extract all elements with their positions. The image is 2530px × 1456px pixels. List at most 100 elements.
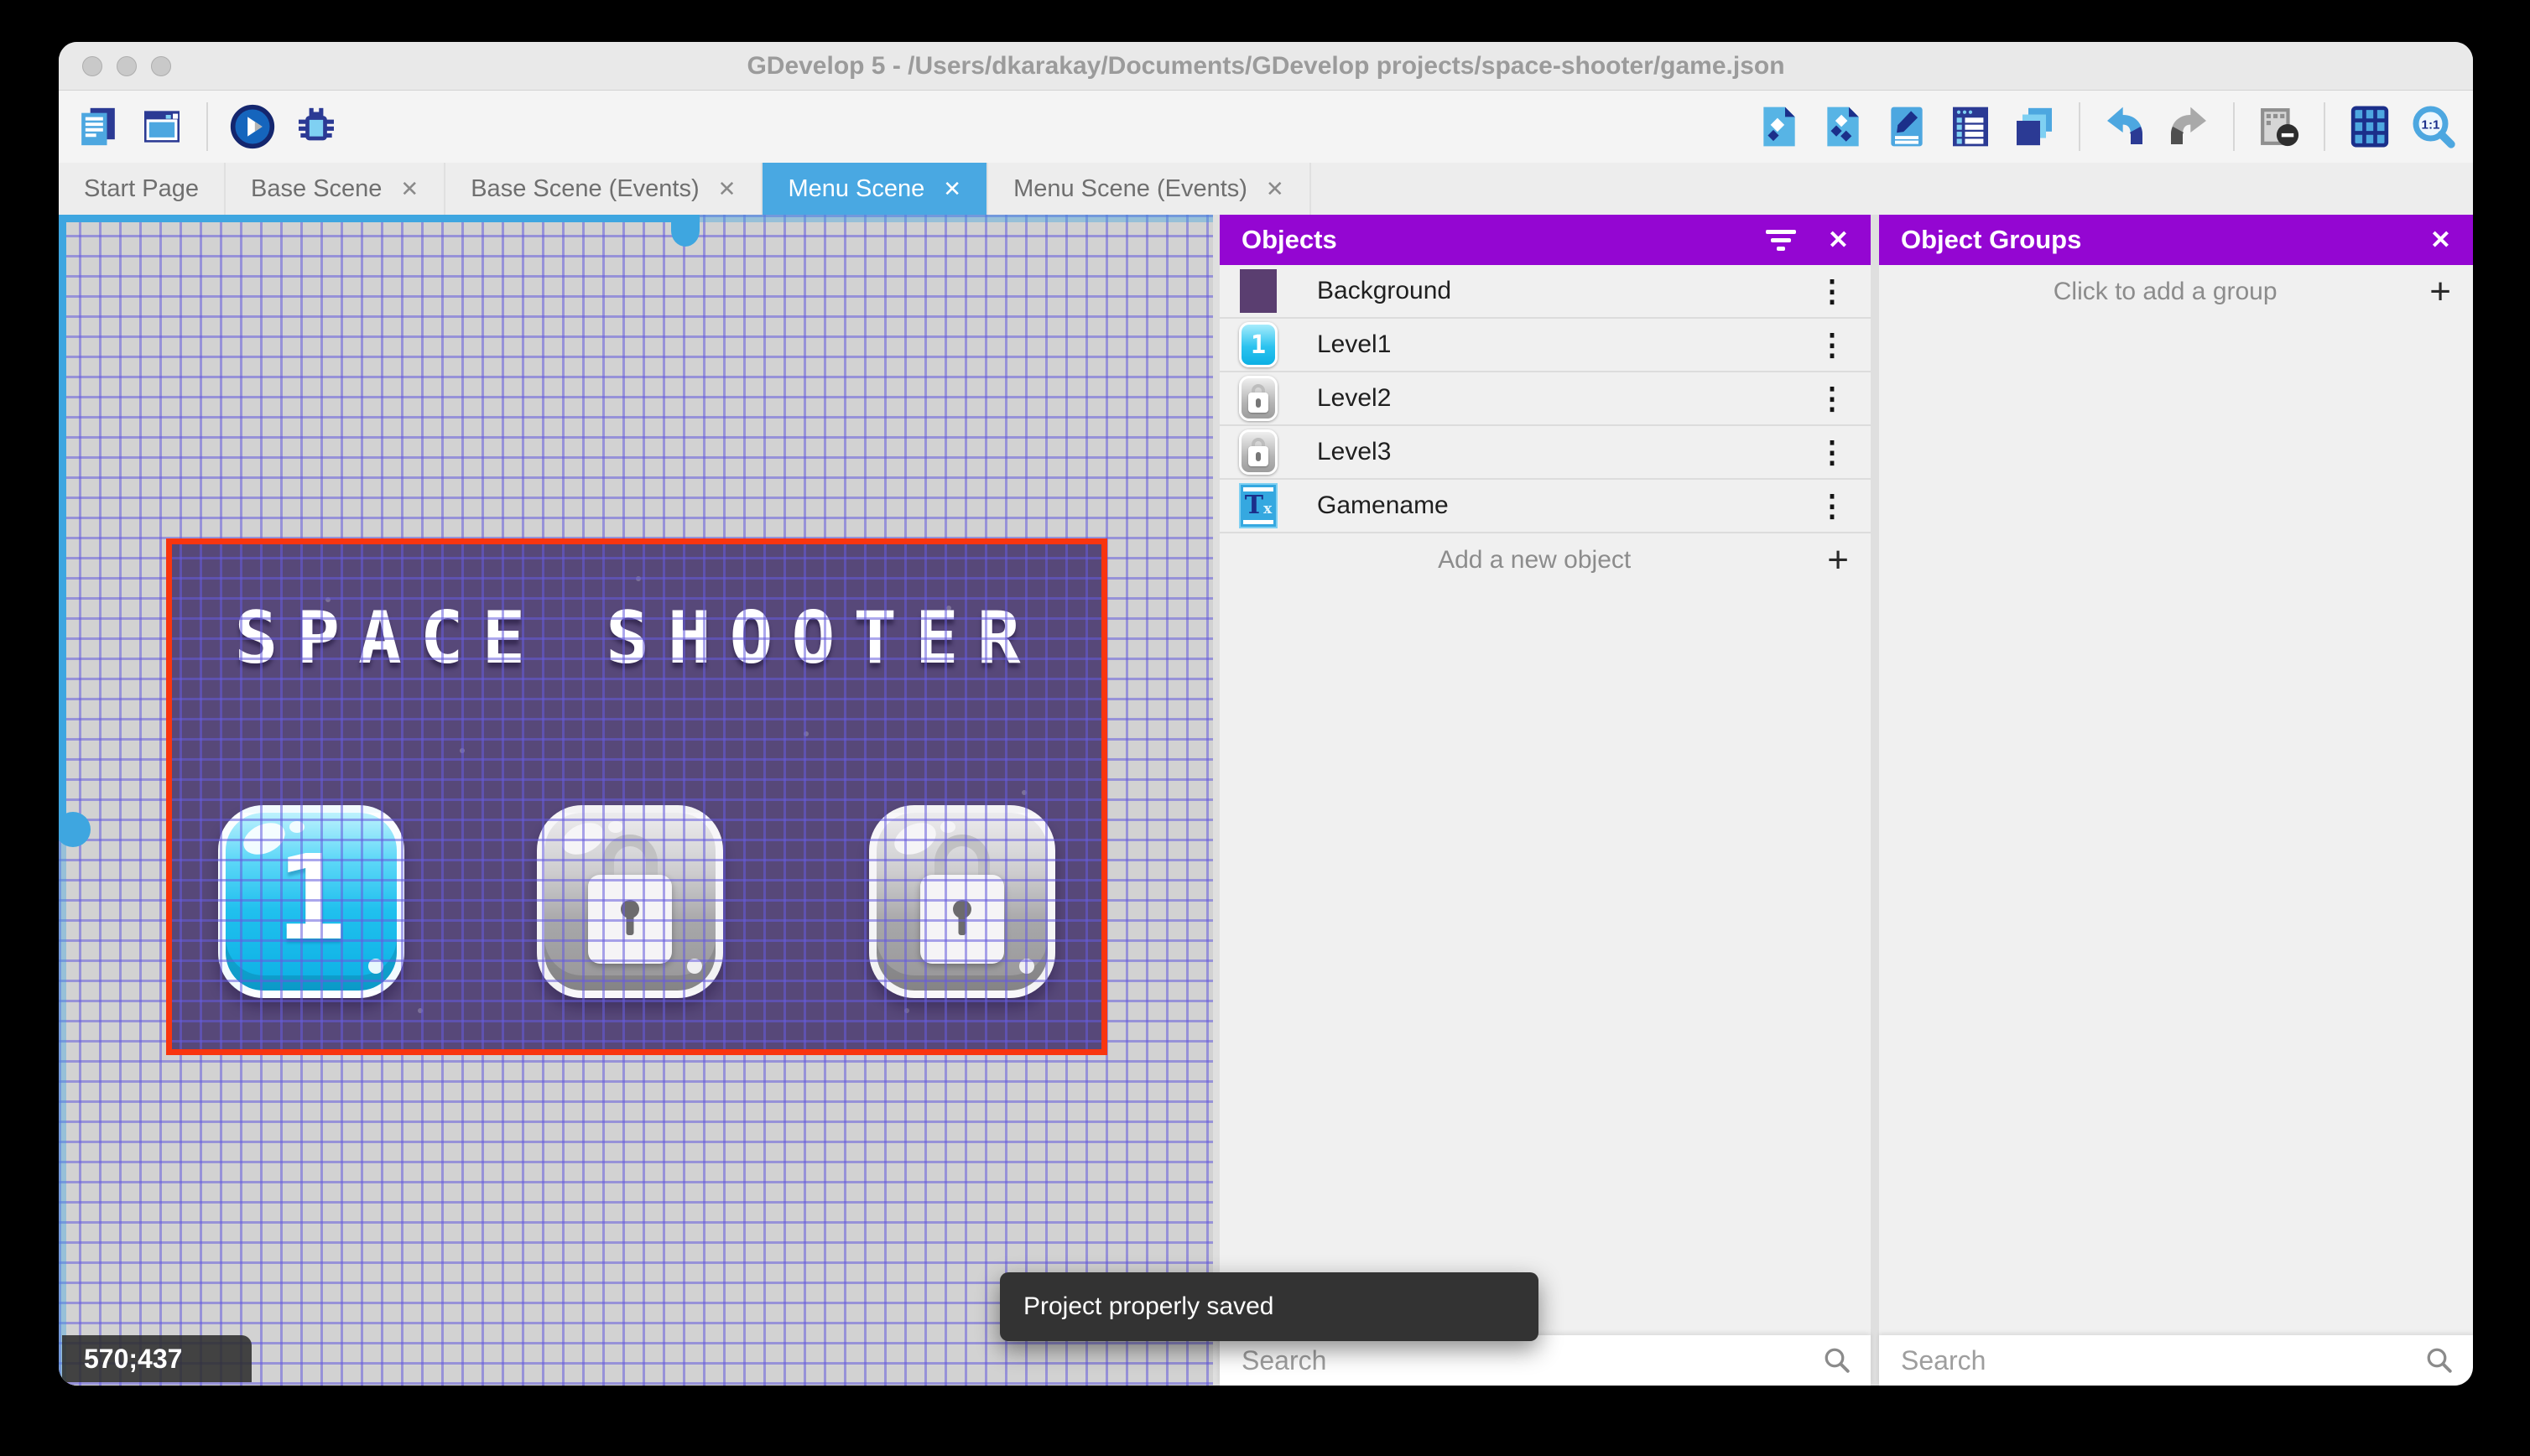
- object-name: Level3: [1317, 438, 1392, 465]
- play-icon: [230, 104, 275, 149]
- redo-icon: [2171, 107, 2206, 144]
- add-group-label: Click to add a group: [2053, 278, 2278, 305]
- panel-divider[interactable]: [1213, 215, 1220, 1386]
- close-icon[interactable]: ✕: [1266, 176, 1284, 202]
- undo-button[interactable]: [2099, 101, 2151, 153]
- objects-panel-title: Objects: [1242, 225, 1337, 254]
- scene-window-button[interactable]: [136, 101, 188, 153]
- tab-start-page[interactable]: Start Page: [59, 163, 226, 215]
- save-confirmation-toast: Project properly saved: [1000, 1272, 1538, 1341]
- plus-icon: +: [1827, 539, 1849, 580]
- open-properties-button[interactable]: [1881, 101, 1933, 153]
- zoom-original-button[interactable]: 1:1: [2408, 101, 2460, 153]
- vertical-scrollbar-thumb[interactable]: [59, 812, 91, 847]
- project-manager-button[interactable]: [72, 101, 124, 153]
- close-window-button[interactable]: [82, 56, 102, 76]
- toggle-window-mask-button[interactable]: [2253, 101, 2305, 153]
- object-menu-icon[interactable]: ⋮: [1812, 488, 1852, 523]
- locked-button-thumbnail: [1238, 375, 1278, 422]
- panel-divider[interactable]: [1871, 215, 1879, 1386]
- scene-title-text-instance[interactable]: SPACE SHOOTER: [166, 596, 1107, 680]
- tab-menu-scene-events[interactable]: Menu Scene (Events) ✕: [988, 163, 1311, 215]
- vertical-scrollbar[interactable]: [59, 215, 91, 1386]
- objects-search-field: [1220, 1335, 1871, 1386]
- object-groups-panel-title: Object Groups: [1901, 225, 2082, 254]
- traffic-lights: [82, 42, 171, 91]
- toolbar-separator: [2324, 102, 2325, 151]
- close-icon[interactable]: ✕: [943, 176, 961, 202]
- minimize-window-button[interactable]: [117, 56, 137, 76]
- toolbar-left-group: [72, 101, 342, 153]
- plus-icon: +: [2429, 271, 2451, 312]
- layers-icon: [2017, 107, 2052, 146]
- horizontal-scrollbar-thumb[interactable]: [671, 215, 700, 247]
- instances-list-icon: [1953, 107, 1988, 147]
- open-object-groups-editor-button[interactable]: [1817, 101, 1869, 153]
- object-menu-icon[interactable]: ⋮: [1812, 381, 1852, 416]
- tab-base-scene[interactable]: Base Scene ✕: [226, 163, 446, 215]
- undo-icon: [2107, 107, 2142, 144]
- scene-window-icon: [144, 111, 180, 143]
- zoom-1-1-icon: 1:1: [2413, 106, 2455, 148]
- object-row-background[interactable]: Background ⋮: [1220, 265, 1871, 319]
- gloss-highlight: [940, 821, 955, 833]
- object-row-level1[interactable]: 1 Level1 ⋮: [1220, 319, 1871, 372]
- close-icon[interactable]: ✕: [400, 176, 419, 202]
- tab-menu-scene[interactable]: Menu Scene ✕: [763, 163, 989, 215]
- properties-icon: [1891, 107, 1923, 147]
- tab-label: Base Scene (Events): [471, 174, 700, 202]
- close-icon[interactable]: ✕: [718, 176, 737, 202]
- level1-button-instance[interactable]: 1: [218, 805, 404, 998]
- level1-digit: 1: [275, 829, 347, 967]
- toolbar-separator: [2233, 102, 2235, 151]
- toolbar-right-group: 1:1: [1753, 101, 2460, 153]
- object-groups-panel-header: Object Groups ✕: [1879, 215, 2473, 265]
- debug-button[interactable]: [290, 101, 342, 153]
- object-menu-icon[interactable]: ⋮: [1812, 327, 1852, 362]
- object-row-gamename[interactable]: Tx Gamename ⋮: [1220, 480, 1871, 533]
- gloss-highlight: [1019, 959, 1034, 974]
- tab-base-scene-events[interactable]: Base Scene (Events) ✕: [445, 163, 763, 215]
- object-name: Gamename: [1317, 491, 1449, 519]
- background-thumbnail: [1238, 268, 1278, 315]
- text-object-thumbnail: Tx: [1238, 482, 1278, 529]
- toolbar-separator: [2079, 102, 2080, 151]
- object-menu-icon[interactable]: ⋮: [1812, 273, 1852, 309]
- redo-button[interactable]: [2163, 101, 2215, 153]
- object-row-level3[interactable]: Level3 ⋮: [1220, 426, 1871, 480]
- open-instances-list-button[interactable]: [1944, 101, 1996, 153]
- object-row-level2[interactable]: Level2 ⋮: [1220, 372, 1871, 426]
- close-icon[interactable]: ✕: [1828, 226, 1849, 255]
- add-object-button[interactable]: Add a new object +: [1220, 533, 1871, 587]
- tab-label: Menu Scene (Events): [1013, 174, 1247, 202]
- scene-editor-canvas[interactable]: SPACE SHOOTER 1 570;437: [59, 215, 1213, 1386]
- tab-label: Menu Scene: [788, 174, 925, 202]
- gloss-highlight: [368, 959, 383, 974]
- groups-search-field: [1879, 1335, 2473, 1386]
- open-layers-editor-button[interactable]: [2008, 101, 2060, 153]
- gdevelop-window: GDevelop 5 - /Users/dkarakay/Documents/G…: [59, 42, 2473, 1386]
- locked-button-thumbnail: [1238, 429, 1278, 476]
- object-menu-icon[interactable]: ⋮: [1812, 434, 1852, 470]
- search-icon: [2424, 1345, 2455, 1375]
- objects-panel: Objects ✕ Background ⋮ 1 Level1 ⋮ Level2…: [1220, 215, 1871, 1335]
- add-group-button[interactable]: Click to add a group +: [1879, 265, 2473, 319]
- zoom-window-button[interactable]: [151, 56, 171, 76]
- level1-button-thumbnail: 1: [1238, 321, 1278, 368]
- filter-icon[interactable]: [1765, 229, 1796, 251]
- add-object-label: Add a new object: [1438, 546, 1632, 574]
- open-objects-editor-button[interactable]: [1753, 101, 1805, 153]
- toolbar-separator: [206, 102, 208, 151]
- level3-button-instance[interactable]: [869, 805, 1055, 998]
- tab-label: Base Scene: [251, 174, 383, 202]
- tab-bar: Start Page Base Scene ✕ Base Scene (Even…: [59, 163, 2473, 215]
- groups-search-input[interactable]: [1879, 1344, 2424, 1376]
- preview-play-button[interactable]: [226, 101, 279, 153]
- toggle-grid-button[interactable]: [2344, 101, 2396, 153]
- level2-button-instance[interactable]: [537, 805, 723, 998]
- objects-search-input[interactable]: [1220, 1344, 1822, 1376]
- objects-panel-header: Objects ✕: [1220, 215, 1871, 265]
- horizontal-scrollbar[interactable]: [59, 215, 1213, 247]
- close-icon[interactable]: ✕: [2430, 226, 2451, 255]
- lock-icon: [588, 835, 672, 964]
